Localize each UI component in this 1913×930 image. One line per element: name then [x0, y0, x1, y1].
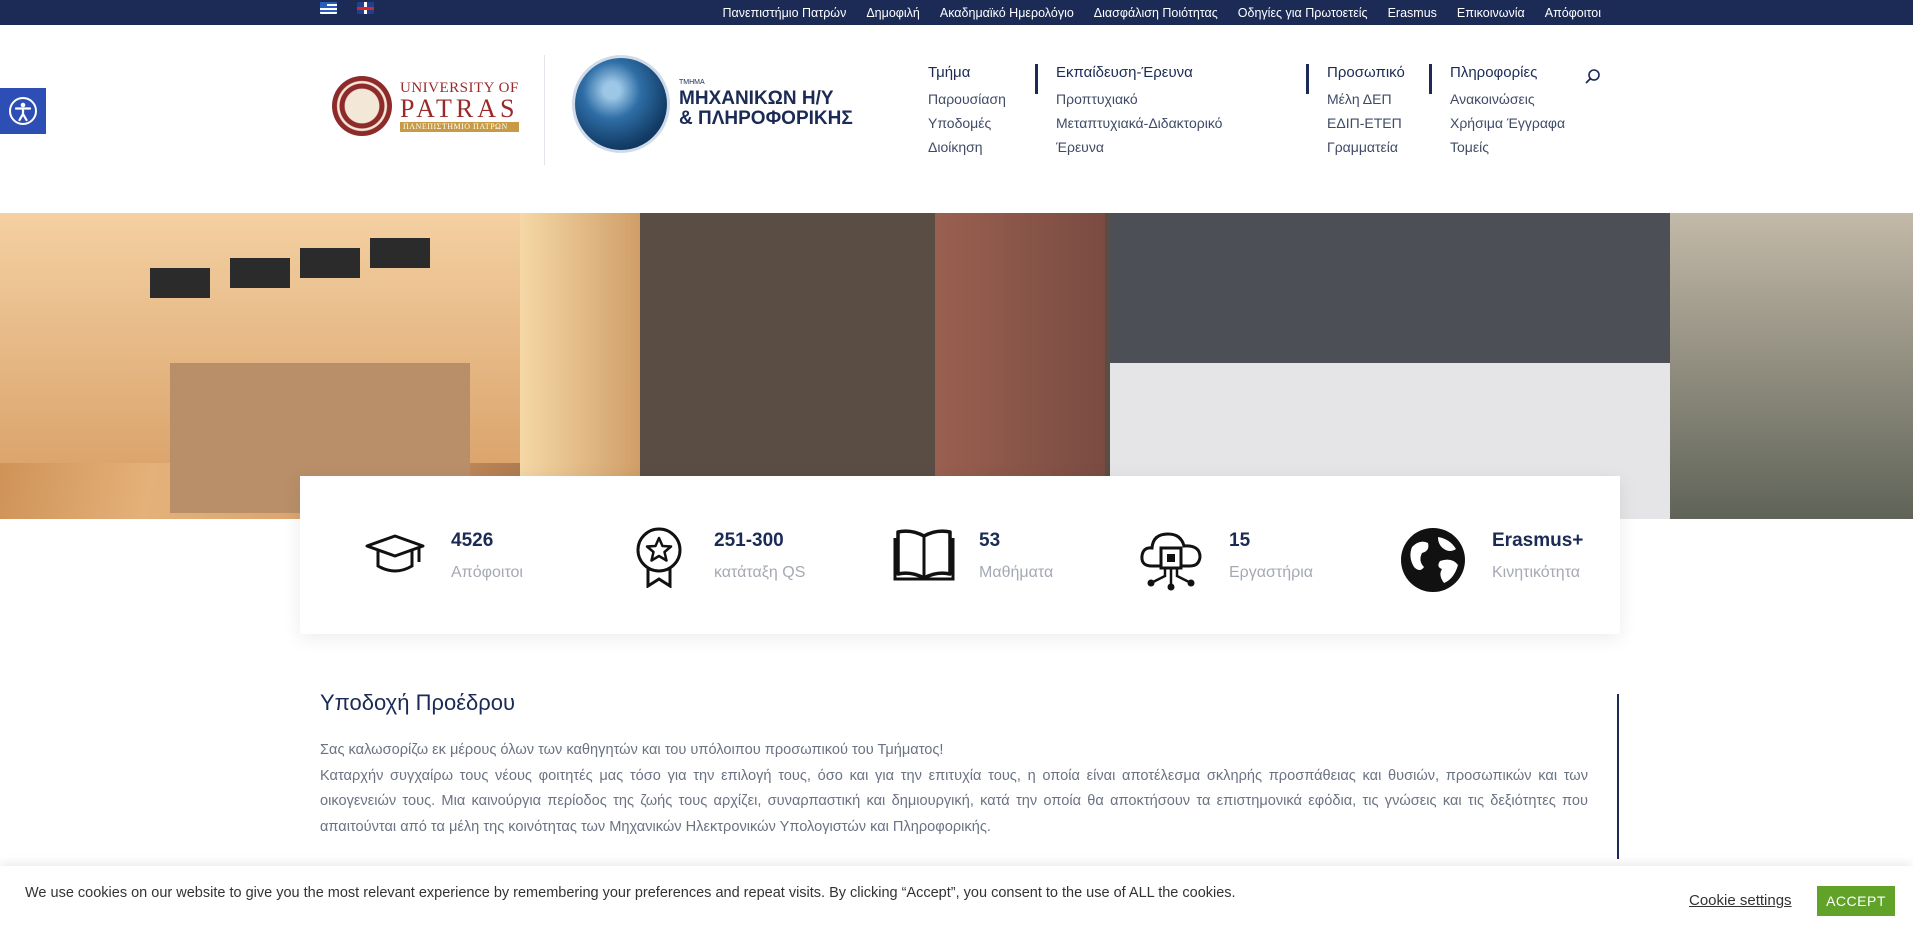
hero-image	[0, 213, 1913, 519]
nav-item-secretariat[interactable]: Γραμματεία	[1327, 135, 1405, 159]
nav-separator	[1035, 64, 1038, 94]
nav-item-presentation[interactable]: Παρουσίαση	[928, 87, 1006, 111]
stat-value: 53	[979, 530, 1001, 551]
top-link-alumni[interactable]: Απόφοιτοι	[1545, 6, 1601, 20]
stat-label: κατάταξη QS	[714, 564, 806, 581]
top-link-university[interactable]: Πανεπιστήμιο Πατρών	[723, 6, 847, 20]
nav-head-department[interactable]: Τμήμα	[928, 64, 1006, 81]
search-icon[interactable]	[1585, 68, 1601, 84]
top-bar: Πανεπιστήμιο Πατρών Δημοφιλή Ακαδημαϊκό …	[0, 0, 1913, 25]
award-badge-icon	[636, 527, 682, 588]
top-links: Πανεπιστήμιο Πατρών Δημοφιλή Ακαδημαϊκό …	[723, 0, 1601, 25]
cookie-accept-button[interactable]: ACCEPT	[1817, 886, 1895, 916]
stat-label: Απόφοιτοι	[451, 564, 523, 581]
nav-item-postgraduate[interactable]: Μεταπτυχιακά-Διδακτορικό	[1056, 111, 1222, 135]
cookie-message: We use cookies on our website to give yo…	[25, 885, 1236, 901]
main-nav: Τμήμα Παρουσίαση Υποδομές Διοίκηση Εκπαί…	[0, 64, 1913, 174]
nav-item-sectors[interactable]: Τομείς	[1450, 135, 1565, 159]
nav-head-info[interactable]: Πληροφορίες	[1450, 64, 1565, 81]
nav-item-administration[interactable]: Διοίκηση	[928, 135, 1006, 159]
cookie-banner: We use cookies on our website to give yo…	[0, 866, 1913, 930]
stat-value: 4526	[451, 530, 494, 551]
top-link-contact[interactable]: Επικοινωνία	[1457, 6, 1525, 20]
nav-item-faculty[interactable]: Μέλη ΔΕΠ	[1327, 87, 1405, 111]
globe-icon	[1401, 528, 1465, 592]
language-switcher	[320, 2, 374, 14]
top-link-quality[interactable]: Διασφάλιση Ποιότητας	[1094, 6, 1218, 20]
top-link-erasmus[interactable]: Erasmus	[1388, 6, 1437, 20]
greek-flag-icon[interactable]	[320, 2, 337, 14]
cloud-chip-icon	[1140, 532, 1202, 591]
stat-label: Μαθήματα	[979, 564, 1054, 581]
nav-separator	[1429, 64, 1432, 94]
top-link-freshmen[interactable]: Οδηγίες για Πρωτοετείς	[1238, 6, 1368, 20]
nav-head-staff[interactable]: Προσωπικό	[1327, 64, 1405, 81]
nav-group-staff: Προσωπικό Μέλη ΔΕΠ ΕΔΙΠ-ΕΤΕΠ Γραμματεία	[1327, 64, 1405, 159]
stat-label: Εργαστήρια	[1229, 564, 1314, 581]
nav-head-education[interactable]: Εκπαίδευση-Έρευνα	[1056, 64, 1222, 81]
president-welcome: Υποδοχή Προέδρου Σας καλωσορίζω εκ μέρου…	[320, 690, 1588, 840]
nav-group-info: Πληροφορίες Ανακοινώσεις Χρήσιμα Έγγραφα…	[1450, 64, 1565, 159]
welcome-paragraph-2: Καταρχήν συγχαίρω τους νέους φοιτητές μα…	[320, 767, 1588, 835]
graduation-cap-icon	[365, 534, 425, 573]
top-link-calendar[interactable]: Ακαδημαϊκό Ημερολόγιο	[940, 6, 1074, 20]
nav-item-undergraduate[interactable]: Προπτυχιακό	[1056, 87, 1222, 111]
welcome-accent-bar	[1617, 694, 1619, 859]
nav-group-department: Τμήμα Παρουσίαση Υποδομές Διοίκηση	[928, 64, 1006, 159]
stat-value: 251-300	[714, 530, 784, 551]
nav-item-documents[interactable]: Χρήσιμα Έγγραφα	[1450, 111, 1565, 135]
stats-card: 4526 Απόφοιτοι 251-300 κατάταξη QS 53 Μα…	[300, 476, 1620, 634]
open-book-icon	[893, 529, 955, 581]
welcome-paragraph-1: Σας καλωσορίζω εκ μέρους όλων των καθηγη…	[320, 742, 944, 758]
uk-flag-icon[interactable]	[357, 2, 374, 14]
cookie-settings-link[interactable]: Cookie settings	[1689, 892, 1792, 909]
nav-item-lab-staff[interactable]: ΕΔΙΠ-ΕΤΕΠ	[1327, 111, 1405, 135]
stat-label: Κινητικότητα	[1492, 564, 1581, 581]
nav-group-education: Εκπαίδευση-Έρευνα Προπτυχιακό Μεταπτυχια…	[1056, 64, 1222, 159]
nav-item-announcements[interactable]: Ανακοινώσεις	[1450, 87, 1565, 111]
stat-value: 15	[1229, 530, 1251, 551]
stat-value: Erasmus+	[1492, 530, 1584, 551]
nav-item-facilities[interactable]: Υποδομές	[928, 111, 1006, 135]
nav-separator	[1306, 64, 1309, 94]
nav-item-research[interactable]: Έρευνα	[1056, 135, 1222, 159]
top-link-popular[interactable]: Δημοφιλή	[866, 6, 920, 20]
welcome-title: Υποδοχή Προέδρου	[320, 690, 516, 715]
